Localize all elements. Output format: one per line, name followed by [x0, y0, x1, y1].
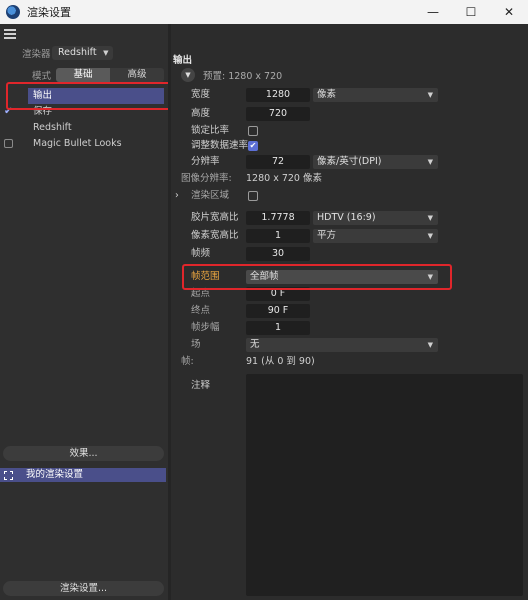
section-title: 输出 — [173, 55, 193, 66]
pixel-aspect-input[interactable]: 1 — [246, 229, 310, 243]
step-label: 帧步幅 — [191, 322, 220, 333]
adjust-data-rate-row: 调整数据速率 ✔ — [171, 139, 528, 153]
image-resolution-label: 图像分辨率: — [181, 173, 232, 184]
fps-input[interactable]: 30 — [246, 247, 310, 261]
field-value: 无 — [250, 339, 260, 350]
chevron-down-icon: ▼ — [427, 214, 433, 222]
renderer-label: 渲染器 — [22, 49, 51, 60]
checkbox[interactable] — [4, 139, 13, 148]
right-panel: 输出 ▼ 预置: 1280 x 720 宽度 1280 像素 ▼ 高度 720 … — [171, 24, 528, 600]
tree-item-redshift[interactable]: Redshift — [0, 120, 168, 136]
chevron-down-icon: ▼ — [103, 49, 109, 57]
maximize-button[interactable]: ☐ — [452, 0, 490, 24]
preset-row: ▼ 预置: 1280 x 720 — [181, 68, 282, 82]
tree-item-label: Magic Bullet Looks — [33, 138, 122, 149]
height-row: 高度 720 — [171, 107, 528, 121]
chevron-down-icon: ▼ — [427, 91, 433, 99]
resolution-unit-value: 像素/英寸(DPI) — [317, 156, 382, 167]
step-input[interactable]: 1 — [246, 321, 310, 335]
my-render-settings-item[interactable]: 我的渲染设置 — [0, 468, 166, 482]
mode-tabs: 基础 高级 — [56, 68, 164, 82]
film-aspect-select[interactable]: HDTV (16:9) ▼ — [313, 211, 438, 225]
highlight-box-output — [6, 82, 177, 110]
window-title: 渲染设置 — [27, 6, 71, 19]
renderer-value: Redshift — [58, 47, 97, 58]
notes-label: 注释 — [191, 380, 211, 391]
hamburger-menu-icon[interactable] — [4, 29, 16, 39]
fps-row: 帧频 30 — [171, 247, 528, 261]
end-input[interactable]: 90 F — [246, 304, 310, 318]
renderer-dropdown[interactable]: Redshift ▼ — [52, 46, 113, 60]
end-row: 终点 90 F — [171, 304, 528, 318]
render-region-label: 渲染区域 — [191, 190, 230, 201]
resolution-label: 分辨率 — [191, 156, 220, 167]
height-label: 高度 — [191, 108, 211, 119]
render-settings-button[interactable]: 渲染设置... — [3, 581, 164, 596]
resolution-unit-select[interactable]: 像素/英寸(DPI) ▼ — [313, 155, 438, 169]
lock-ratio-label: 锁定比率 — [191, 125, 230, 136]
end-label: 终点 — [191, 305, 211, 316]
step-row: 帧步幅 1 — [171, 321, 528, 335]
lock-ratio-checkbox[interactable] — [248, 126, 258, 136]
adjust-data-rate-label: 调整数据速率 — [191, 140, 249, 151]
title-bar: 渲染设置 — ☐ ✕ — [0, 0, 528, 24]
height-input[interactable]: 720 — [246, 107, 310, 121]
width-label: 宽度 — [191, 89, 211, 100]
chevron-right-icon[interactable]: › — [175, 189, 179, 203]
mode-row: 模式 基础 高级 — [32, 68, 164, 82]
chevron-down-icon: ▼ — [427, 341, 433, 349]
app-icon — [6, 5, 20, 19]
field-label: 场 — [191, 339, 201, 350]
tree-item-magic-bullet-looks[interactable]: Magic Bullet Looks — [0, 136, 168, 152]
film-aspect-label: 胶片宽高比 — [191, 212, 239, 223]
close-button[interactable]: ✕ — [490, 0, 528, 24]
lock-ratio-row: 锁定比率 — [171, 124, 528, 138]
minimize-button[interactable]: — — [414, 0, 452, 24]
tab-basic[interactable]: 基础 — [56, 68, 110, 82]
fps-label: 帧频 — [191, 248, 211, 259]
chevron-down-icon: ▼ — [427, 232, 433, 240]
chevron-down-icon: ▼ — [427, 158, 433, 166]
notes-textarea[interactable] — [246, 374, 523, 596]
resolution-row: 分辨率 72 像素/英寸(DPI) ▼ — [171, 155, 528, 169]
render-region-checkbox[interactable] — [248, 191, 258, 201]
mode-label: 模式 — [32, 71, 52, 82]
film-aspect-row: 胶片宽高比 1.7778 HDTV (16:9) ▼ — [171, 211, 528, 225]
frames-label: 帧: — [181, 356, 194, 367]
my-render-settings-label: 我的渲染设置 — [26, 469, 84, 480]
render-region-row: › 渲染区域 — [171, 189, 528, 203]
field-row: 场 无 ▼ — [171, 338, 528, 352]
size-unit-value: 像素 — [317, 89, 337, 100]
width-input[interactable]: 1280 — [246, 88, 310, 102]
size-unit-select[interactable]: 像素 ▼ — [313, 88, 438, 102]
window-controls: — ☐ ✕ — [414, 0, 528, 24]
highlight-box-frame-range — [182, 264, 452, 290]
pixel-aspect-label: 像素宽高比 — [191, 230, 239, 241]
frames-row: 帧: 91 (从 0 到 90) — [171, 355, 528, 369]
pixel-aspect-select[interactable]: 平方 ▼ — [313, 229, 438, 243]
preset-text: 预置: 1280 x 720 — [203, 71, 283, 82]
film-aspect-preset: HDTV (16:9) — [317, 212, 376, 223]
preset-chevron-icon[interactable]: ▼ — [181, 68, 195, 82]
adjust-data-rate-checkbox[interactable]: ✔ — [248, 141, 258, 151]
field-select[interactable]: 无 ▼ — [246, 338, 438, 352]
pixel-aspect-row: 像素宽高比 1 平方 ▼ — [171, 229, 528, 243]
tree-item-label: Redshift — [33, 122, 72, 133]
renderer-row: 渲染器 Redshift ▼ — [22, 46, 113, 60]
effects-button[interactable]: 效果... — [3, 446, 164, 461]
image-resolution-value: 1280 x 720 像素 — [246, 173, 322, 184]
frames-value: 91 (从 0 到 90) — [246, 356, 315, 367]
left-panel: 渲染器 Redshift ▼ 模式 基础 高级 输出 ✔ 保存 Redshift… — [0, 24, 168, 600]
resolution-input[interactable]: 72 — [246, 155, 310, 169]
width-row: 宽度 1280 像素 ▼ — [171, 88, 528, 102]
tab-advanced[interactable]: 高级 — [110, 68, 164, 82]
render-settings-icon — [4, 471, 13, 480]
film-aspect-input[interactable]: 1.7778 — [246, 211, 310, 225]
image-resolution-row: 图像分辨率: 1280 x 720 像素 — [171, 172, 528, 186]
pixel-aspect-preset: 平方 — [317, 230, 337, 241]
